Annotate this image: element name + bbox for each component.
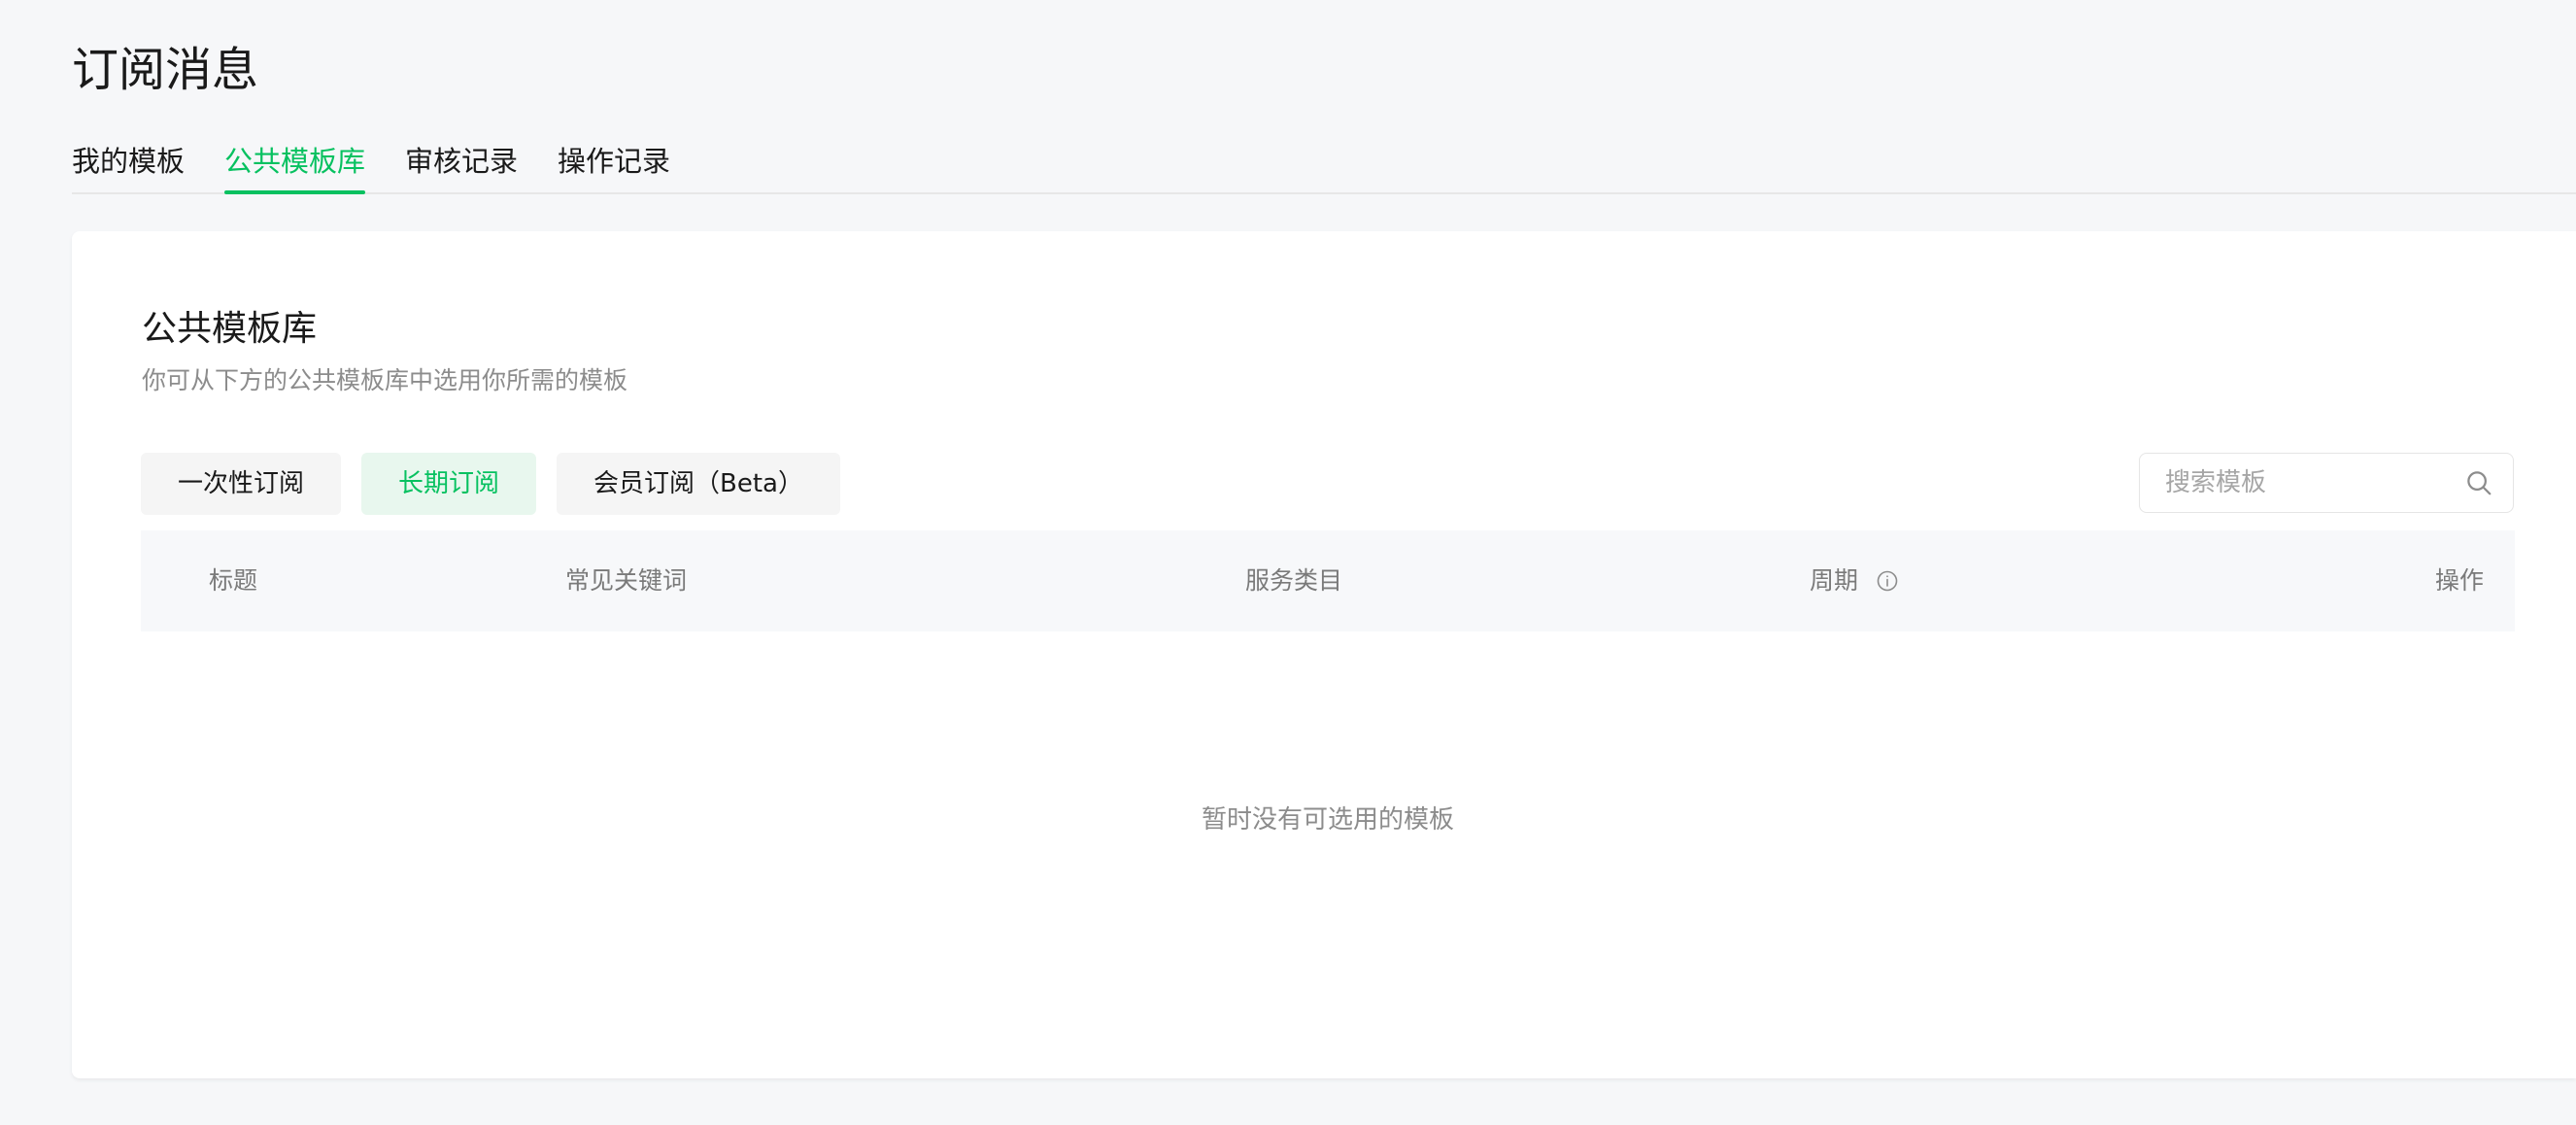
empty-state-text: 暂时没有可选用的模板 [1201,805,1454,835]
column-header-title: 标题 [209,566,258,595]
section-title: 公共模板库 [142,309,318,349]
section-description: 你可从下方的公共模板库中选用你所需的模板 [142,366,628,394]
column-header-action: 操作 [2434,566,2484,595]
table-header: 标题 常见关键词 服务类目 周期 操作 [141,530,2515,631]
page-title: 订阅消息 [72,43,259,97]
column-header-keywords: 常见关键词 [565,566,688,595]
tab-public-library[interactable]: 公共模板库 [224,136,366,194]
column-header-period: 周期 [1810,530,1899,631]
template-library-card: 公共模板库 你可从下方的公共模板库中选用你所需的模板 一次性订阅 长期订阅 会员… [72,231,2576,1078]
search-icon[interactable] [2464,468,2493,497]
tab-review-records[interactable]: 审核记录 [405,136,518,192]
tab-my-templates[interactable]: 我的模板 [72,136,185,192]
filter-member-button[interactable]: 会员订阅（Beta） [557,453,840,515]
tab-bar: 我的模板 公共模板库 审核记录 操作记录 [72,136,2576,194]
filter-long-term-button[interactable]: 长期订阅 [361,453,537,515]
search-input[interactable] [2140,454,2464,512]
search-box [2139,453,2514,513]
column-header-category: 服务类目 [1245,566,1343,595]
column-header-period-label: 周期 [1810,566,1859,595]
subscription-type-filter: 一次性订阅 长期订阅 会员订阅（Beta） [141,453,861,515]
info-icon[interactable] [1876,569,1899,593]
tab-operation-records[interactable]: 操作记录 [558,136,670,192]
filter-one-time-button[interactable]: 一次性订阅 [141,453,342,515]
